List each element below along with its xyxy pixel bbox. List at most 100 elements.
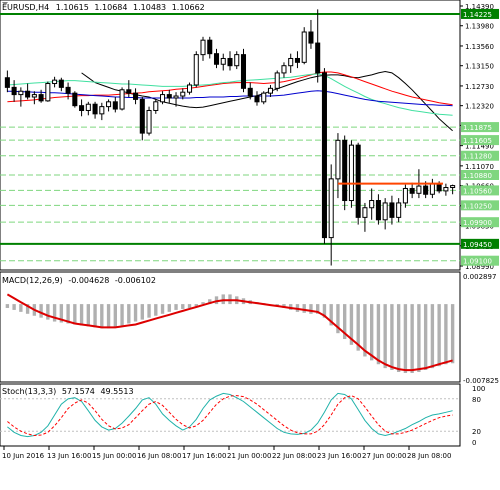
candle-body xyxy=(207,39,213,55)
candle xyxy=(348,140,354,208)
candle-body xyxy=(294,57,300,63)
candle-body xyxy=(429,183,435,195)
candle xyxy=(72,91,78,108)
price-tick-label: 1.13560 xyxy=(465,43,494,51)
candle-body xyxy=(18,90,24,96)
time-tick-label: 16 Jun 08:00 xyxy=(137,452,181,460)
candle-body xyxy=(106,101,112,108)
candle-body xyxy=(166,94,172,99)
level-tag-label: 1.10560 xyxy=(463,187,492,195)
candle-body xyxy=(281,65,287,74)
macd-main-value: -0.004628 xyxy=(68,276,109,285)
candle xyxy=(321,68,327,244)
candle-body xyxy=(200,39,206,56)
candle-body xyxy=(409,187,415,194)
candle-body xyxy=(92,103,98,115)
candle-body xyxy=(362,207,368,218)
stoch-panel: 100 80 20 0 Stoch(13,3,3) 57.1574 49.5513 xyxy=(0,383,485,447)
candle-body xyxy=(180,91,186,97)
candle-body xyxy=(382,202,388,221)
time-tick-label: 28 Jun 08:00 xyxy=(407,452,451,460)
candle-body xyxy=(31,94,37,98)
candle xyxy=(193,51,199,88)
time-tick-label: 27 Jun 00:00 xyxy=(362,452,406,460)
level-tag: 1.09450 xyxy=(461,238,499,249)
trading-chart: 1.143901.139801.135601.131501.127301.123… xyxy=(0,0,499,460)
candle-body xyxy=(450,185,456,189)
time-tick-label: 10 Jun 2016 xyxy=(2,452,45,460)
candle-body xyxy=(254,95,260,103)
macd-tick-label: -0.007825 xyxy=(463,377,499,385)
time-tick-label: 23 Jun 16:00 xyxy=(317,452,361,460)
candle-body xyxy=(348,144,354,202)
high-value: 1.10684 xyxy=(94,3,127,12)
level-tag-label: 1.09450 xyxy=(463,241,492,249)
candle-body xyxy=(25,90,31,98)
level-tag-label: 1.11875 xyxy=(463,124,492,132)
stoch-main-value: 57.1574 xyxy=(62,387,95,396)
candle-body xyxy=(402,187,408,204)
candle-body xyxy=(112,101,118,110)
candle-body xyxy=(133,92,139,100)
level-tag: 1.10250 xyxy=(461,200,499,211)
stoch-tick-label: 100 xyxy=(472,385,485,393)
level-tag: 1.11875 xyxy=(461,122,499,133)
level-tag-label: 1.10250 xyxy=(463,202,492,210)
candle-body xyxy=(126,89,132,94)
candle-body xyxy=(119,89,125,110)
candle-body xyxy=(389,202,395,218)
time-tick-label: 13 Jun 16:00 xyxy=(47,452,91,460)
candle-body xyxy=(220,57,226,65)
candle-body xyxy=(173,95,179,99)
candle-body xyxy=(267,87,274,94)
price-tick-label: 1.12730 xyxy=(465,83,494,91)
level-tag: 1.14225 xyxy=(461,8,499,19)
candle-body xyxy=(274,72,280,89)
candle-body xyxy=(288,57,294,67)
candle-body xyxy=(443,187,449,192)
candle-body xyxy=(315,42,321,74)
candle-body xyxy=(85,103,91,111)
price-tick-label: 1.11070 xyxy=(465,163,494,171)
candle-body xyxy=(416,185,422,194)
time-axis: 10 Jun 2016 13 Jun 16:00 15 Jun 00:00 16 Ju… xyxy=(2,446,451,460)
candle xyxy=(119,87,125,111)
close-value: 1.10662 xyxy=(172,3,205,12)
candle-body xyxy=(186,84,193,93)
candle-body xyxy=(342,139,348,202)
price-tick-label: 1.12320 xyxy=(465,103,494,111)
stoch-tick-label: 0 xyxy=(472,439,476,447)
candle-body xyxy=(79,105,85,111)
candle-body xyxy=(396,202,402,218)
level-tag-label: 1.14225 xyxy=(463,11,492,19)
candle-body xyxy=(193,54,199,86)
candle-body xyxy=(301,31,307,63)
level-tag: 1.09100 xyxy=(461,255,499,266)
candle xyxy=(240,48,247,93)
stoch-label: Stoch(13,3,3) xyxy=(2,387,56,396)
time-tick-label: 21 Jun 00:00 xyxy=(227,452,271,460)
open-value: 1.10615 xyxy=(56,3,89,12)
candle-body xyxy=(375,200,381,221)
candle-body xyxy=(11,86,17,96)
time-tick-label: 17 Jun 16:00 xyxy=(182,452,226,460)
macd-tick-label: 0.002897 xyxy=(463,273,496,281)
candle-body xyxy=(308,31,314,44)
price-panel-frame xyxy=(0,0,461,271)
time-tick-label: 15 Jun 00:00 xyxy=(92,452,136,460)
candle-body xyxy=(369,200,375,209)
candle-body xyxy=(213,53,220,65)
candle xyxy=(146,106,152,136)
candle-body xyxy=(240,54,247,89)
price-tick-label: 1.13980 xyxy=(465,23,494,31)
candle-body xyxy=(234,54,240,67)
candle-body xyxy=(423,185,429,195)
level-tag-label: 1.11280 xyxy=(463,153,492,161)
level-tag: 1.10560 xyxy=(461,185,499,196)
macd-signal-value: -0.006102 xyxy=(115,276,156,285)
level-tag-label: 1.11605 xyxy=(463,137,492,145)
candle-body xyxy=(247,87,253,97)
stoch-tick-label: 80 xyxy=(472,396,481,404)
level-tag-label: 1.10880 xyxy=(463,172,492,180)
macd-axis: 0.002897 -0.007825 xyxy=(463,273,499,385)
